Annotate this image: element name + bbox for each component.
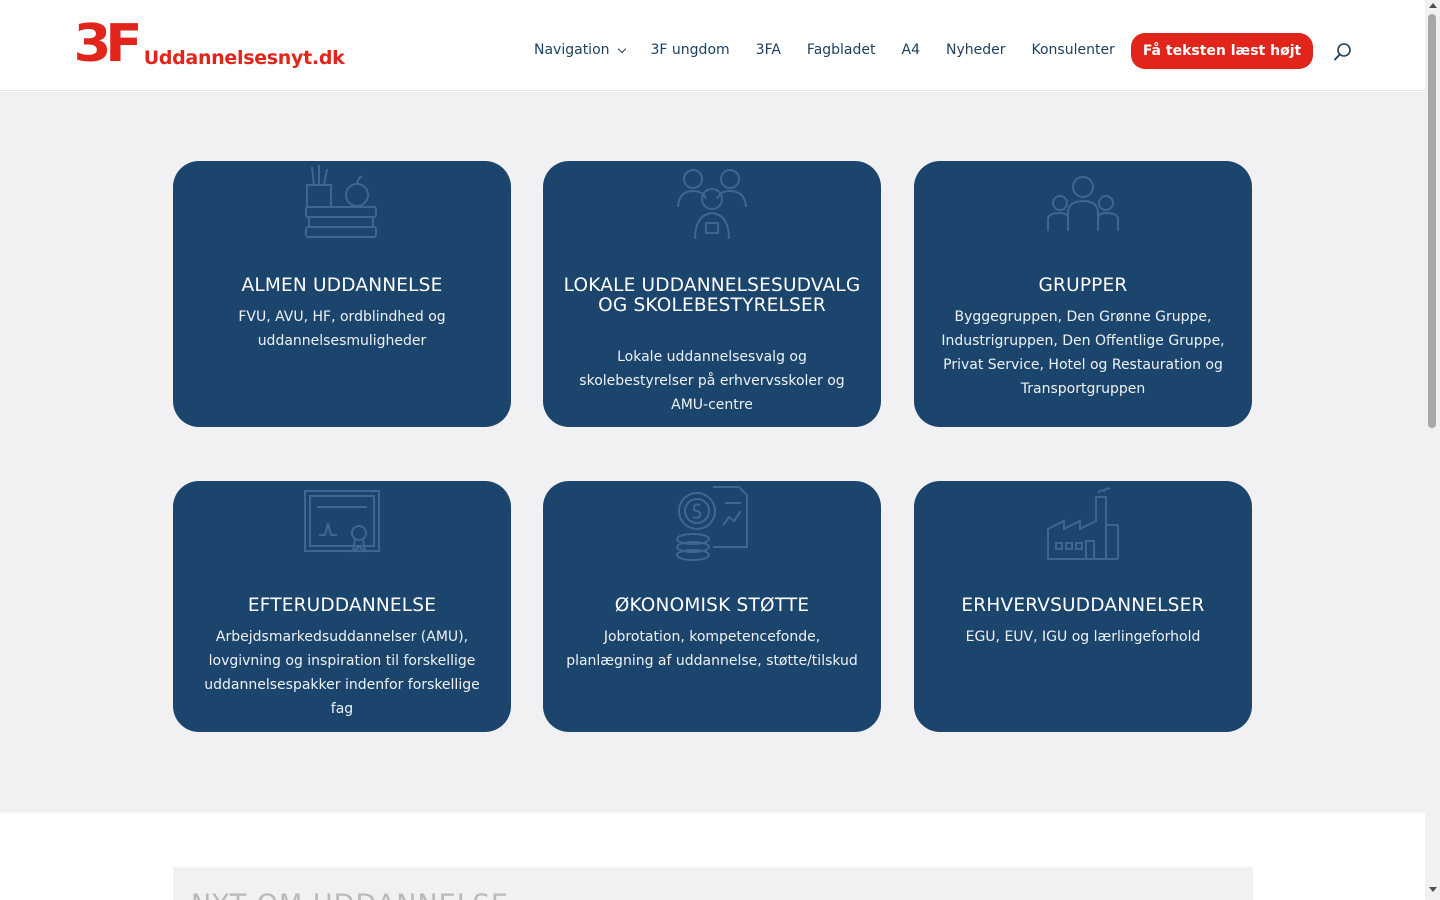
- topic-card-almen-uddannelse[interactable]: ALMEN UDDANNELSE FVU, AVU, HF, ordblindh…: [173, 161, 511, 427]
- books-apple-icon: [305, 165, 377, 238]
- card-title: ALMEN UDDANNELSE: [241, 275, 443, 296]
- page-scrollbar[interactable]: [1425, 0, 1440, 900]
- nav-item-navigation[interactable]: Navigation: [534, 42, 626, 58]
- news-box: NYT OM UDDANNELSE: [173, 867, 1253, 900]
- nav-item-a4[interactable]: A4: [902, 42, 920, 58]
- site-header: 3F Uddannelsesnyt.dk Navigation 3F ungdo…: [0, 0, 1425, 91]
- news-section-title: NYT OM UDDANNELSE: [191, 889, 509, 900]
- topic-card-efteruddannelse[interactable]: EFTERUDDANNELSE Arbejdsmarkedsuddannelse…: [173, 481, 511, 732]
- nav-item-label: Fagbladet: [806, 42, 876, 58]
- topic-card-lokale-uddannelsesudvalg[interactable]: LOKALE UDDANNELSESUDVALG OG SKOLEBESTYRE…: [543, 161, 881, 427]
- chevron-down-icon: [617, 44, 626, 53]
- logo-mark: 3F: [73, 14, 143, 74]
- card-description: Arbejdsmarkedsuddannelser (AMU), lovgivn…: [204, 629, 480, 717]
- nav-item-label: Konsulenter: [1031, 42, 1115, 58]
- card-title: LOKALE UDDANNELSESUDVALG OG SKOLEBESTYRE…: [563, 275, 861, 316]
- nav-item-fagbladet[interactable]: Fagbladet: [807, 42, 876, 58]
- card-description: FVU, AVU, HF, ordblindhed og uddannelses…: [238, 309, 446, 349]
- card-title: ERHVERVSUDDANNELSER: [961, 595, 1205, 616]
- card-description: Lokale uddannelsesvalg og skolebestyrels…: [579, 349, 845, 413]
- topic-card-okonomisk-stotte[interactable]: ØKONOMISK STØTTE Jobrotation, kompetence…: [543, 481, 881, 732]
- card-description: Jobrotation, kompetencefonde, planlægnin…: [566, 629, 858, 669]
- certificate-icon: [304, 490, 380, 554]
- nav-item-label: Nyheder: [945, 42, 1006, 58]
- nav-item-3fa[interactable]: 3FA: [756, 42, 781, 58]
- nav-item-label: Navigation: [534, 42, 610, 58]
- nav-item-label: 3F ungdom: [650, 42, 730, 58]
- scroll-up-arrow-icon[interactable]: [1429, 3, 1437, 8]
- site-logo[interactable]: 3F Uddannelsesnyt.dk: [73, 14, 345, 74]
- nav-item-nyheder[interactable]: Nyheder: [946, 42, 1006, 58]
- nav-item-konsulenter[interactable]: Konsulenter: [1031, 42, 1114, 58]
- card-title: GRUPPER: [1038, 275, 1128, 296]
- nav-item-label: 3FA: [755, 42, 781, 58]
- topic-card-erhvervsuddannelser[interactable]: ERHVERVSUDDANNELSER EGU, EUV, IGU og lær…: [914, 481, 1252, 732]
- card-description: EGU, EUV, IGU og lærlingeforhold: [965, 629, 1201, 645]
- scrollbar-thumb[interactable]: [1428, 14, 1436, 428]
- people-group-icon: [677, 169, 747, 240]
- card-description: Byggegruppen, Den Grønne Gruppe, Industr…: [941, 309, 1225, 397]
- card-title: ØKONOMISK STØTTE: [614, 595, 810, 616]
- card-title: EFTERUDDANNELSE: [247, 595, 437, 616]
- nav-item-label: A4: [901, 42, 920, 58]
- read-aloud-button[interactable]: Få teksten læst højt: [1131, 33, 1313, 69]
- main-nav: Navigation 3F ungdom 3FA Fagbladet A4 Ny…: [534, 32, 1141, 68]
- coins-document-icon: [676, 486, 748, 561]
- team-icon: [1047, 176, 1119, 231]
- search-icon[interactable]: [1333, 42, 1353, 62]
- scroll-down-arrow-icon[interactable]: [1429, 887, 1437, 892]
- nav-item-3f-ungdom[interactable]: 3F ungdom: [651, 42, 730, 58]
- topic-card-grupper[interactable]: GRUPPER Byggegruppen, Den Grønne Gruppe,…: [914, 161, 1252, 427]
- logo-text: Uddannelsesnyt.dk: [143, 47, 345, 69]
- factory-icon: [1047, 487, 1119, 560]
